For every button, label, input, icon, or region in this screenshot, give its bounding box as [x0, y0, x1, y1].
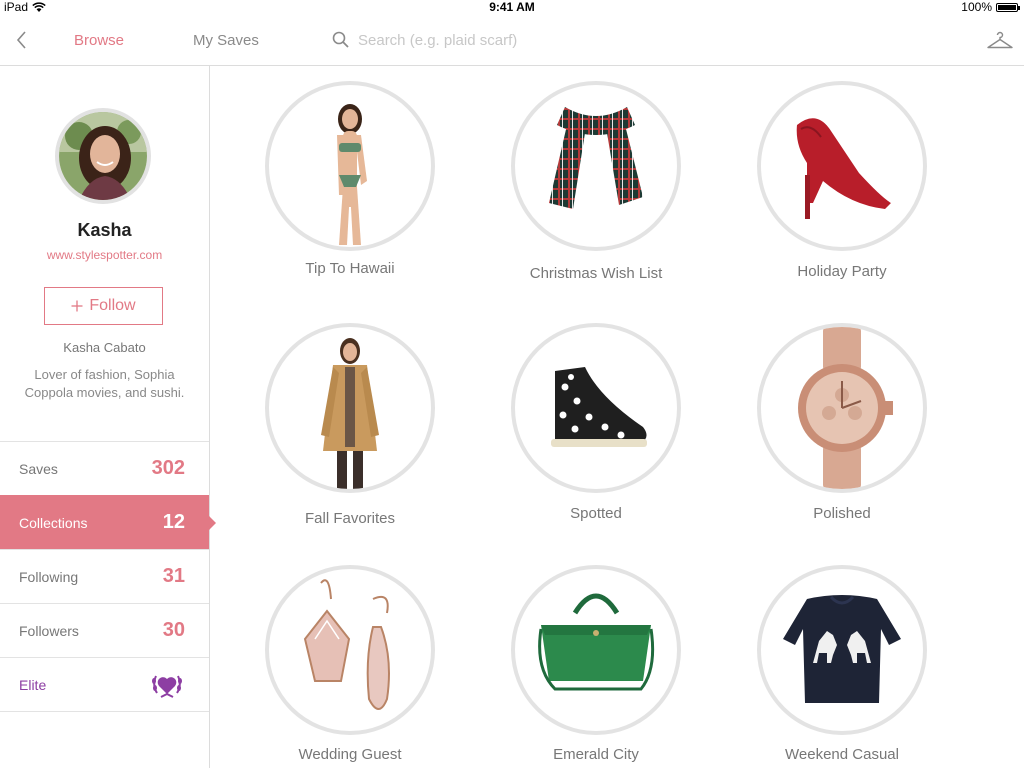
- collection-thumbnail[interactable]: [265, 81, 435, 251]
- nav-bar: Browse My Saves: [0, 16, 1024, 66]
- polka-dot-sneaker-image: [551, 367, 647, 447]
- red-pump-image: [796, 118, 891, 219]
- stat-saves[interactable]: Saves 302: [0, 441, 209, 495]
- follow-label: Follow: [89, 297, 136, 314]
- stat-followers[interactable]: Followers 30: [0, 603, 209, 657]
- collection-thumbnail[interactable]: [511, 81, 681, 251]
- collection-title[interactable]: Holiday Party: [702, 263, 982, 280]
- collection-card[interactable]: Polished: [702, 308, 942, 528]
- stat-label: Saves: [19, 460, 58, 477]
- collection-thumbnail[interactable]: [511, 323, 681, 493]
- collection-thumbnail[interactable]: [265, 565, 435, 735]
- status-bar: iPad 9:41 AM 100%: [0, 0, 1024, 16]
- collection-title[interactable]: Tip To Hawaii: [210, 260, 490, 277]
- rose-quartz-earrings-image: [303, 579, 390, 710]
- stat-label: Elite: [19, 676, 47, 693]
- stat-elite[interactable]: Elite: [0, 657, 209, 712]
- collection-card[interactable]: Fall Favorites: [210, 308, 450, 528]
- collection-card[interactable]: Emerald City: [456, 550, 696, 768]
- hanger-icon[interactable]: [986, 30, 1014, 52]
- elite-heart-badge-icon: [152, 675, 182, 698]
- collection-title[interactable]: Wedding Guest: [210, 746, 490, 763]
- collection-thumbnail[interactable]: [511, 565, 681, 735]
- bikini-model-image: [337, 104, 367, 245]
- profile-full-name: Kasha Cabato: [63, 340, 146, 355]
- collection-title[interactable]: Christmas Wish List: [456, 265, 736, 282]
- collection-card[interactable]: Wedding Guest: [210, 550, 450, 768]
- clock: 9:41 AM: [489, 0, 535, 14]
- stat-count: 31: [162, 565, 185, 587]
- search-icon: [332, 31, 349, 48]
- stat-following[interactable]: Following 31: [0, 549, 209, 603]
- plus-icon: [71, 300, 83, 312]
- collection-card[interactable]: Christmas Wish List: [456, 66, 696, 286]
- rose-gold-watch-image: [798, 327, 893, 489]
- stat-count: 302: [151, 457, 185, 479]
- follow-button[interactable]: Follow: [44, 287, 163, 325]
- horse-sweater-image: [783, 595, 901, 703]
- profile-name: Kasha: [77, 220, 132, 240]
- profile-bio: Lover of fashion, Sophia Coppola movies,…: [24, 367, 185, 400]
- plaid-scarf-image: [549, 107, 643, 209]
- stat-collections[interactable]: Collections 12: [0, 495, 216, 549]
- profile-stats: Saves 302 Collections 12 Following 31 Fo…: [0, 441, 216, 712]
- stat-count: 12: [162, 511, 185, 533]
- collection-thumbnail[interactable]: [757, 81, 927, 251]
- collection-title[interactable]: Emerald City: [456, 746, 736, 763]
- collection-card[interactable]: Tip To Hawaii: [210, 66, 450, 286]
- camel-coat-image: [321, 338, 379, 489]
- stat-label: Followers: [19, 622, 79, 639]
- stat-label: Collections: [19, 514, 88, 531]
- battery-percent: 100%: [961, 0, 992, 14]
- collection-title[interactable]: Spotted: [456, 505, 736, 522]
- collection-thumbnail[interactable]: [265, 323, 435, 493]
- collection-thumbnail[interactable]: [757, 565, 927, 735]
- collection-card[interactable]: Weekend Casual: [702, 550, 942, 768]
- collections-grid: Tip To Hawaii Christmas Wish List Holida…: [210, 66, 1024, 768]
- search-input[interactable]: [358, 28, 778, 52]
- collection-title[interactable]: Weekend Casual: [702, 746, 982, 763]
- collection-thumbnail[interactable]: [757, 323, 927, 493]
- collection-title[interactable]: Polished: [702, 505, 982, 522]
- tab-my-saves[interactable]: My Saves: [193, 32, 259, 49]
- collection-card[interactable]: Spotted: [456, 308, 696, 528]
- back-chevron-icon[interactable]: [12, 28, 32, 52]
- tab-browse[interactable]: Browse: [74, 32, 124, 49]
- stat-label: Following: [19, 568, 79, 585]
- avatar: [55, 108, 151, 204]
- green-handbag-image: [538, 593, 655, 691]
- collection-title[interactable]: Fall Favorites: [210, 510, 490, 527]
- stat-count: 30: [162, 619, 185, 641]
- battery-icon: [996, 2, 1020, 12]
- profile-website-link[interactable]: www.stylespotter.com: [0, 248, 209, 262]
- collection-card[interactable]: Holiday Party: [702, 66, 942, 286]
- profile-sidebar: Kasha www.stylespotter.com Follow Kasha …: [0, 66, 216, 768]
